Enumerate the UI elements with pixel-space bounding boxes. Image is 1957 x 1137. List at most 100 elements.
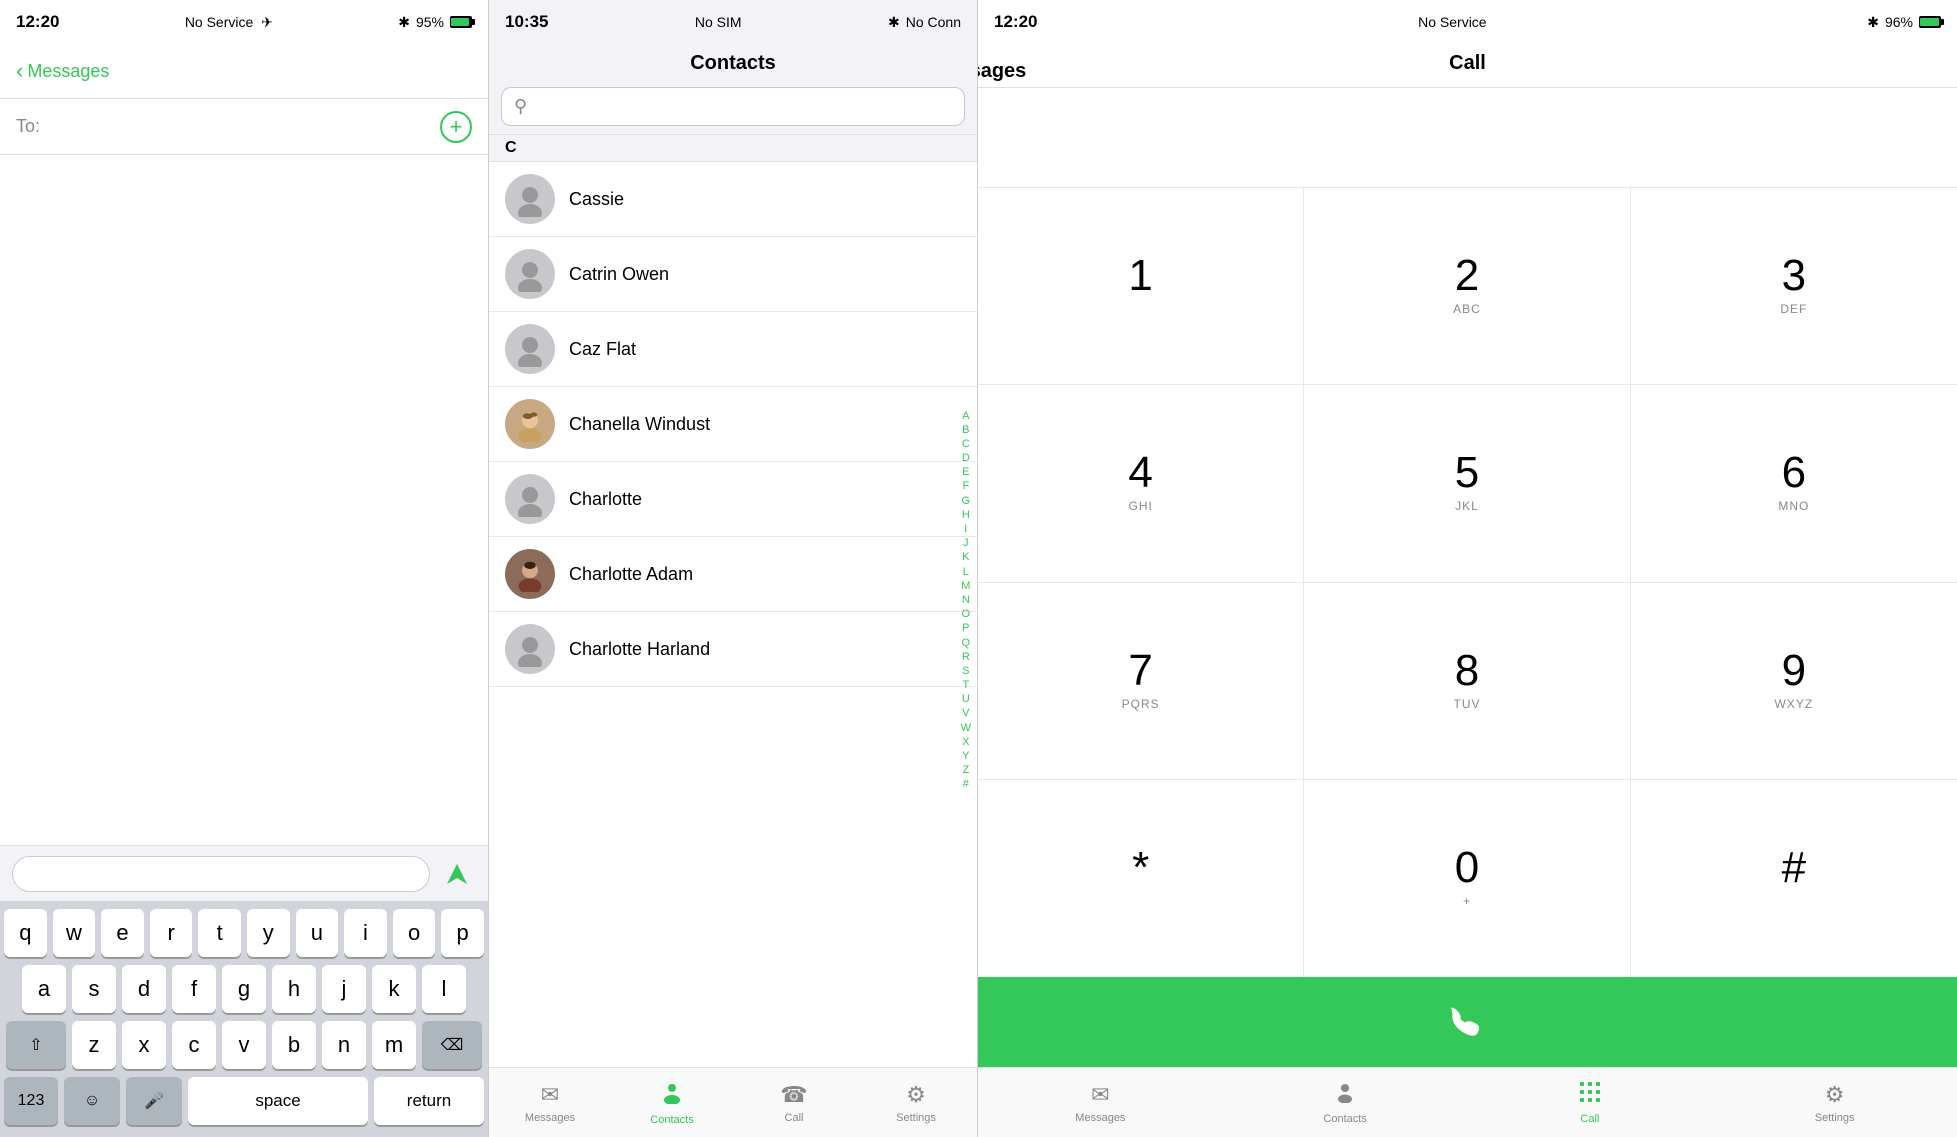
key-u[interactable]: u [296, 909, 339, 957]
contact-charlotte-adam[interactable]: Charlotte Adam [489, 537, 977, 612]
dial-key-3[interactable]: 3 DEF [1631, 188, 1957, 385]
to-field: To: + [0, 99, 488, 155]
tab-call-contacts[interactable]: ☎ Call [733, 1068, 855, 1137]
key-c[interactable]: c [172, 1021, 216, 1069]
key-w[interactable]: w [53, 909, 96, 957]
back-button-messages[interactable]: ‹ Messages [16, 58, 109, 84]
alpha-V[interactable]: V [960, 707, 971, 720]
key-o[interactable]: o [393, 909, 436, 957]
key-j[interactable]: j [322, 965, 366, 1013]
dial-letters-6: MNO [1778, 499, 1809, 515]
dial-key-8[interactable]: 8 TUV [1304, 583, 1630, 780]
alpha-S[interactable]: S [960, 665, 971, 678]
search-input[interactable] [535, 98, 952, 116]
alpha-Z[interactable]: Z [960, 764, 971, 777]
mic-key[interactable]: 🎤 [126, 1077, 182, 1125]
key-z[interactable]: z [72, 1021, 116, 1069]
alpha-W[interactable]: W [959, 722, 973, 735]
to-input[interactable] [48, 116, 440, 137]
key-g[interactable]: g [222, 965, 266, 1013]
dial-key-5[interactable]: 5 JKL [1304, 385, 1630, 582]
emoji-key[interactable]: ☺ [64, 1077, 120, 1125]
alpha-Q[interactable]: Q [960, 636, 973, 649]
add-recipient-button[interactable]: + [440, 111, 472, 143]
key-m[interactable]: m [372, 1021, 416, 1069]
key-l[interactable]: l [422, 965, 466, 1013]
space-key[interactable]: space [188, 1077, 368, 1125]
key-b[interactable]: b [272, 1021, 316, 1069]
alpha-K[interactable]: K [960, 551, 971, 564]
return-key[interactable]: return [374, 1077, 484, 1125]
message-body [0, 155, 488, 845]
alpha-X[interactable]: X [960, 736, 971, 749]
tab-contacts-call[interactable]: Contacts [1223, 1068, 1468, 1137]
key-s[interactable]: s [72, 965, 116, 1013]
key-y[interactable]: y [247, 909, 290, 957]
contact-cassie[interactable]: Cassie [489, 162, 977, 237]
alpha-C[interactable]: C [960, 438, 972, 451]
alpha-N[interactable]: N [960, 594, 972, 607]
send-button[interactable] [438, 855, 476, 893]
tab-call-call[interactable]: Call [1468, 1068, 1713, 1137]
alpha-D[interactable]: D [960, 452, 972, 465]
shift-key[interactable]: ⇧ [6, 1021, 66, 1069]
key-r[interactable]: r [150, 909, 193, 957]
contact-charlotte-harland[interactable]: Charlotte Harland [489, 612, 977, 687]
tab-messages-contacts[interactable]: ✉ Messages [489, 1068, 611, 1137]
key-q[interactable]: q [4, 909, 47, 957]
search-bar[interactable]: ⚲ [501, 87, 965, 126]
alpha-F[interactable]: F [960, 480, 971, 493]
message-input[interactable] [12, 856, 430, 892]
dial-key-9[interactable]: 9 WXYZ [1631, 583, 1957, 780]
dial-key-0[interactable]: 0 + [1304, 780, 1630, 977]
alpha-P[interactable]: P [960, 622, 971, 635]
alpha-M[interactable]: M [959, 580, 972, 593]
tab-contacts-contacts[interactable]: Contacts [611, 1068, 733, 1137]
contact-chanella-windust[interactable]: Chanella Windust [489, 387, 977, 462]
alpha-L[interactable]: L [961, 566, 971, 579]
alpha-G[interactable]: G [960, 495, 973, 508]
key-d[interactable]: d [122, 965, 166, 1013]
dial-key-7[interactable]: 7 PQRS [978, 583, 1304, 780]
contact-catrin-owen[interactable]: Catrin Owen [489, 237, 977, 312]
alpha-J[interactable]: J [961, 537, 971, 550]
key-n[interactable]: n [322, 1021, 366, 1069]
alpha-T[interactable]: T [960, 679, 971, 692]
dial-key-hash[interactable]: # [1631, 780, 1957, 977]
key-a[interactable]: a [22, 965, 66, 1013]
alpha-B[interactable]: B [960, 424, 971, 437]
tab-messages-call[interactable]: ✉ Messages [978, 1068, 1223, 1137]
call-button[interactable] [978, 977, 1957, 1067]
alpha-Y[interactable]: Y [960, 750, 971, 763]
alpha-A[interactable]: A [960, 409, 971, 422]
key-e[interactable]: e [101, 909, 144, 957]
numbers-key[interactable]: 123 [4, 1077, 58, 1125]
dial-key-6[interactable]: 6 MNO [1631, 385, 1957, 582]
key-k[interactable]: k [372, 965, 416, 1013]
alpha-E[interactable]: E [960, 466, 971, 479]
backspace-key[interactable]: ⌫ [422, 1021, 482, 1069]
alpha-I[interactable]: I [962, 523, 969, 536]
alpha-U[interactable]: U [960, 693, 972, 706]
key-v[interactable]: v [222, 1021, 266, 1069]
key-i[interactable]: i [344, 909, 387, 957]
key-h[interactable]: h [272, 965, 316, 1013]
tab-settings-call[interactable]: ⚙ Settings [1712, 1068, 1957, 1137]
dial-key-2[interactable]: 2 ABC [1304, 188, 1630, 385]
contact-caz-flat[interactable]: Caz Flat [489, 312, 977, 387]
alpha-H[interactable]: H [960, 509, 972, 522]
alpha-O[interactable]: O [960, 608, 973, 621]
dial-key-4[interactable]: 4 GHI [978, 385, 1304, 582]
key-t[interactable]: t [198, 909, 241, 957]
key-p[interactable]: p [441, 909, 484, 957]
key-x[interactable]: x [122, 1021, 166, 1069]
tab-settings-contacts[interactable]: ⚙ Settings [855, 1068, 977, 1137]
dial-key-1[interactable]: 1 [978, 188, 1304, 385]
alpha-R[interactable]: R [960, 651, 972, 664]
alpha-hash[interactable]: # [961, 778, 971, 791]
contact-charlotte[interactable]: Charlotte [489, 462, 977, 537]
dial-key-star[interactable]: * [978, 780, 1304, 977]
person-icon-charlotte [512, 481, 548, 517]
dial-number-1: 1 [1128, 254, 1152, 298]
key-f[interactable]: f [172, 965, 216, 1013]
